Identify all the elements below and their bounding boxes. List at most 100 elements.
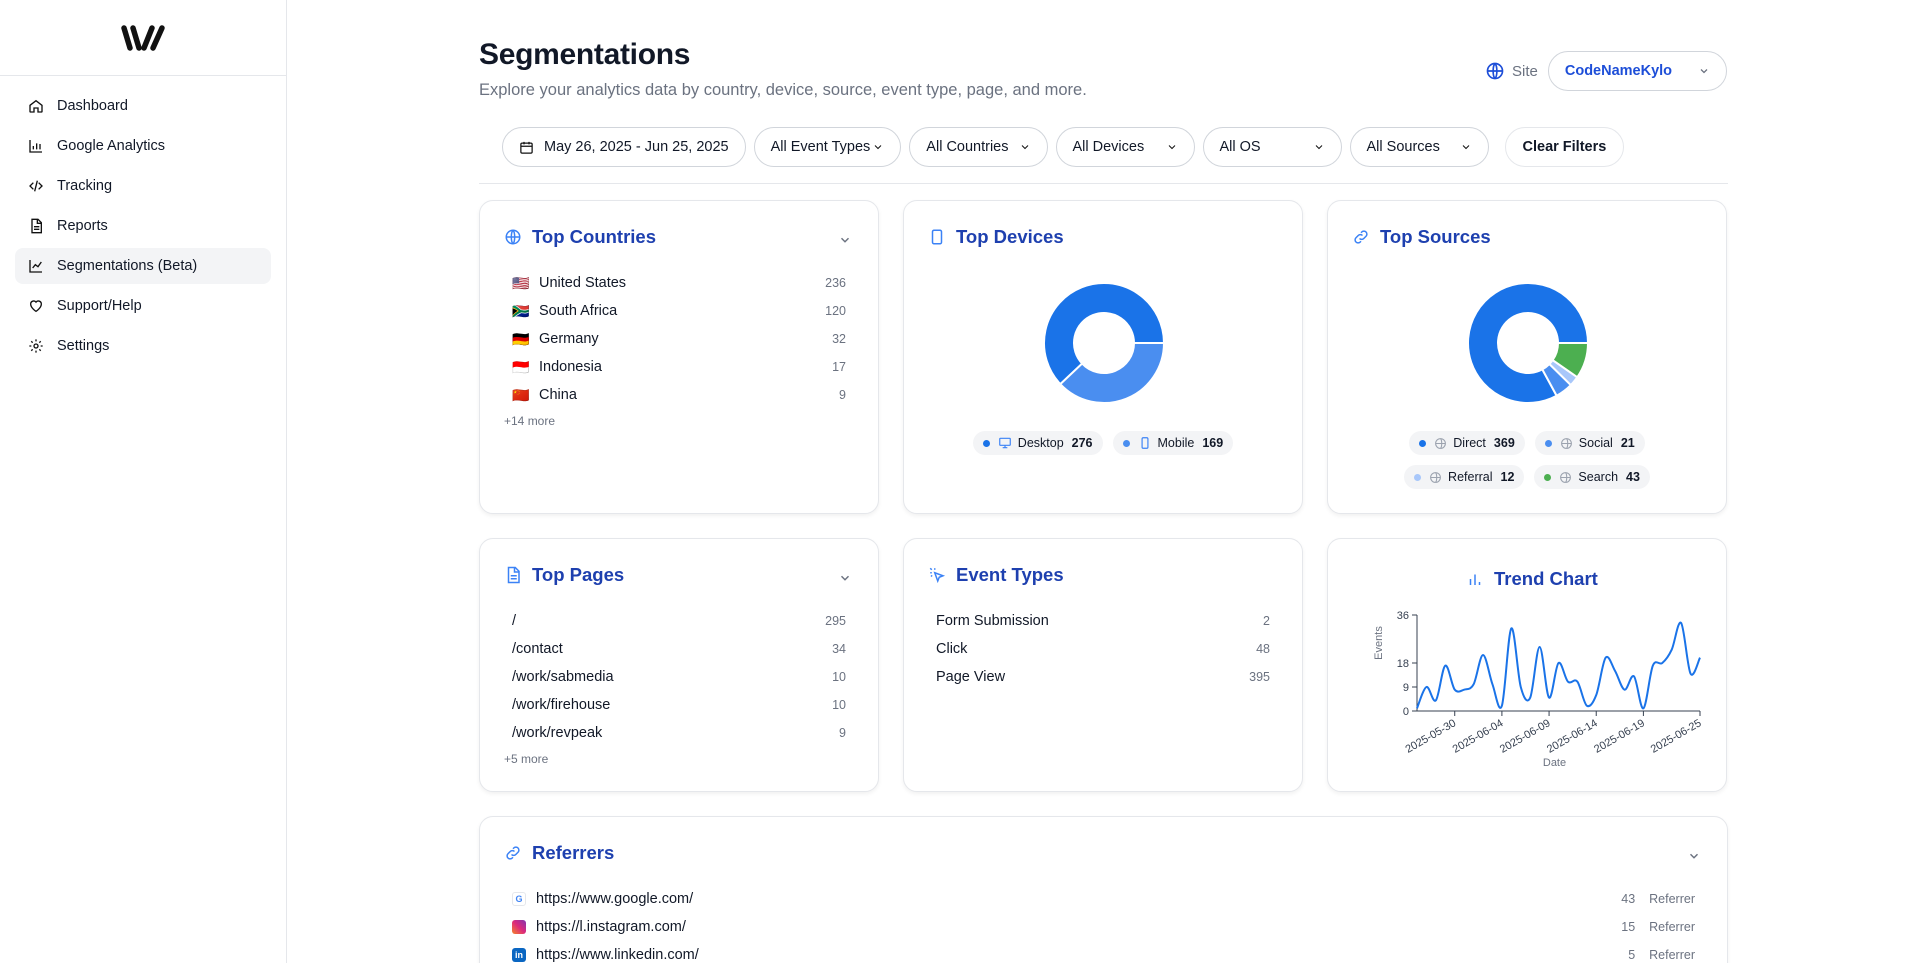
sidebar-item-segmentations[interactable]: Segmentations (Beta) bbox=[15, 248, 271, 284]
trend-series-line[interactable] bbox=[1416, 621, 1701, 710]
page-subtitle: Explore your analytics data by country, … bbox=[479, 81, 1087, 99]
logo[interactable] bbox=[0, 0, 286, 76]
legend-value: 21 bbox=[1620, 436, 1635, 450]
show-more-link[interactable]: +5 more bbox=[504, 752, 548, 766]
chevron-down-icon[interactable] bbox=[838, 233, 852, 247]
y-tick-label: 9 bbox=[1403, 682, 1409, 694]
divider bbox=[479, 183, 1728, 184]
list-item[interactable]: 🇿🇦 South Africa 120 bbox=[512, 301, 846, 321]
list-item[interactable]: /work/sabmedia 10 bbox=[512, 667, 846, 687]
event-name: Form Submission bbox=[936, 613, 1049, 629]
list-item[interactable]: Form Submission 2 bbox=[936, 611, 1270, 631]
legend-label: Search bbox=[1578, 470, 1619, 484]
legend-label: Referral bbox=[1448, 470, 1493, 484]
referrers-card: Referrers G https://www.google.com/ 43 R… bbox=[479, 816, 1728, 963]
link-icon bbox=[1354, 230, 1368, 244]
country-count: 32 bbox=[832, 332, 846, 346]
legend-label: Direct bbox=[1453, 436, 1486, 450]
referrer-count: 15 bbox=[1621, 920, 1636, 934]
card-title-text: Top Countries bbox=[532, 226, 657, 247]
legend-mobile: Mobile 169 bbox=[1112, 431, 1234, 455]
list-item[interactable]: 🇺🇸 United States 236 bbox=[512, 273, 846, 293]
referrers-title: Referrers bbox=[504, 842, 614, 864]
x-tick-label: 2025-06-25 bbox=[1649, 717, 1704, 756]
list-item[interactable]: Page View 395 bbox=[936, 667, 1270, 687]
country-filter[interactable]: All Countries bbox=[909, 127, 1048, 167]
list-item[interactable]: / 295 bbox=[512, 611, 846, 631]
card-title-text: Referrers bbox=[532, 842, 615, 863]
show-more-link[interactable]: +14 more bbox=[504, 414, 555, 428]
page-count: 9 bbox=[839, 726, 846, 740]
country-filter-value: All Countries bbox=[926, 139, 1009, 155]
chevron-down-icon[interactable] bbox=[838, 571, 852, 585]
document-icon bbox=[31, 218, 42, 234]
top-sources-card: Top Sources Direct 369 Social 21 Referra… bbox=[1327, 200, 1727, 514]
device-filter-value: All Devices bbox=[1072, 139, 1145, 155]
legend-social: Social 21 bbox=[1534, 431, 1645, 455]
event-count: 2 bbox=[1263, 614, 1270, 628]
card-title-text: Top Pages bbox=[532, 564, 625, 585]
sidebar-item-google-analytics[interactable]: Google Analytics bbox=[15, 128, 271, 164]
legend-desktop: Desktop 276 bbox=[972, 431, 1103, 455]
list-item[interactable]: 🇨🇳 China 9 bbox=[512, 385, 846, 405]
sidebar-item-tracking[interactable]: Tracking bbox=[15, 168, 271, 204]
list-item[interactable]: Click 48 bbox=[936, 639, 1270, 659]
os-filter[interactable]: All OS bbox=[1202, 127, 1342, 167]
table-row[interactable]: in https://www.linkedin.com/ 5 Referrer bbox=[512, 945, 1695, 963]
device-filter[interactable]: All Devices bbox=[1055, 127, 1195, 167]
legend-label: Mobile bbox=[1157, 436, 1195, 450]
main-content: Segmentations Explore your analytics dat… bbox=[288, 0, 1919, 963]
top-countries-title: Top Countries bbox=[504, 226, 656, 248]
devices-donut-chart bbox=[1043, 282, 1166, 404]
page-path: /work/sabmedia bbox=[512, 669, 614, 685]
x-tick-label: 2025-06-14 bbox=[1545, 717, 1600, 756]
sidebar-item-reports[interactable]: Reports bbox=[15, 208, 271, 244]
chevron-down-icon[interactable] bbox=[1687, 849, 1701, 863]
list-item[interactable]: /work/firehouse 10 bbox=[512, 695, 846, 715]
sidebar-item-support[interactable]: Support/Help bbox=[15, 288, 271, 324]
table-row[interactable]: G https://www.google.com/ 43 Referrer bbox=[512, 889, 1695, 909]
list-item[interactable]: /contact 34 bbox=[512, 639, 846, 659]
chevron-down-icon bbox=[1315, 145, 1322, 150]
trend-line-chart: 0918362025-05-302025-06-042025-06-092025… bbox=[1373, 610, 1704, 769]
site-selector: Site CodeNameKylo bbox=[1485, 51, 1727, 91]
monitor-icon bbox=[998, 437, 1011, 449]
event-type-filter-value: All Event Types bbox=[770, 139, 871, 155]
top-sources-title: Top Sources bbox=[1352, 226, 1491, 248]
table-row[interactable]: https://l.instagram.com/ 15 Referrer bbox=[512, 917, 1695, 937]
card-title-text: Top Devices bbox=[956, 226, 1064, 247]
event-type-filter[interactable]: All Event Types bbox=[753, 127, 902, 167]
legend-dot bbox=[1544, 439, 1552, 447]
x-tick-label: 2025-06-04 bbox=[1451, 717, 1506, 756]
x-tick-label: 2025-05-30 bbox=[1403, 717, 1458, 756]
referrer-count: 43 bbox=[1621, 892, 1636, 906]
chevron-down-icon bbox=[1462, 145, 1469, 150]
list-item[interactable]: 🇮🇩 Indonesia 17 bbox=[512, 357, 846, 377]
sidebar-item-label: Settings bbox=[57, 338, 110, 354]
top-pages-title: Top Pages bbox=[504, 564, 624, 586]
date-range-filter[interactable]: May 26, 2025 - Jun 25, 2025 bbox=[502, 127, 746, 167]
heart-icon bbox=[29, 300, 43, 313]
card-title-text: Trend Chart bbox=[1494, 568, 1598, 589]
filter-bar: May 26, 2025 - Jun 25, 2025 All Event Ty… bbox=[502, 127, 1625, 167]
calendar-icon bbox=[520, 141, 533, 154]
clear-filters-button[interactable]: Clear Filters bbox=[1504, 127, 1625, 167]
sidebar-item-label: Dashboard bbox=[57, 98, 128, 114]
sidebar-item-dashboard[interactable]: Dashboard bbox=[15, 88, 271, 124]
sidebar-item-label: Google Analytics bbox=[57, 138, 166, 154]
trend-chart-card: Trend Chart 0 9 18 36 2025-05-30 2025-06-04 20… bbox=[1327, 538, 1727, 792]
event-types-title: Event Types bbox=[928, 564, 1064, 586]
source-filter[interactable]: All Sources bbox=[1349, 127, 1489, 167]
legend-referral: Referral 12 bbox=[1404, 465, 1525, 489]
site-select[interactable]: CodeNameKylo bbox=[1547, 51, 1727, 91]
globe-icon bbox=[1560, 471, 1572, 483]
country-count: 17 bbox=[832, 360, 846, 374]
list-item[interactable]: /work/revpeak 9 bbox=[512, 723, 846, 743]
card-title-text: Event Types bbox=[956, 564, 1064, 585]
code-icon bbox=[29, 180, 43, 192]
google-icon: G bbox=[512, 892, 526, 906]
list-item[interactable]: 🇩🇪 Germany 32 bbox=[512, 329, 846, 349]
referrer-url: https://www.linkedin.com/ bbox=[536, 947, 699, 963]
sidebar-nav: Dashboard Google Analytics Tracking Repo… bbox=[0, 76, 286, 380]
sidebar-item-settings[interactable]: Settings bbox=[15, 328, 271, 364]
